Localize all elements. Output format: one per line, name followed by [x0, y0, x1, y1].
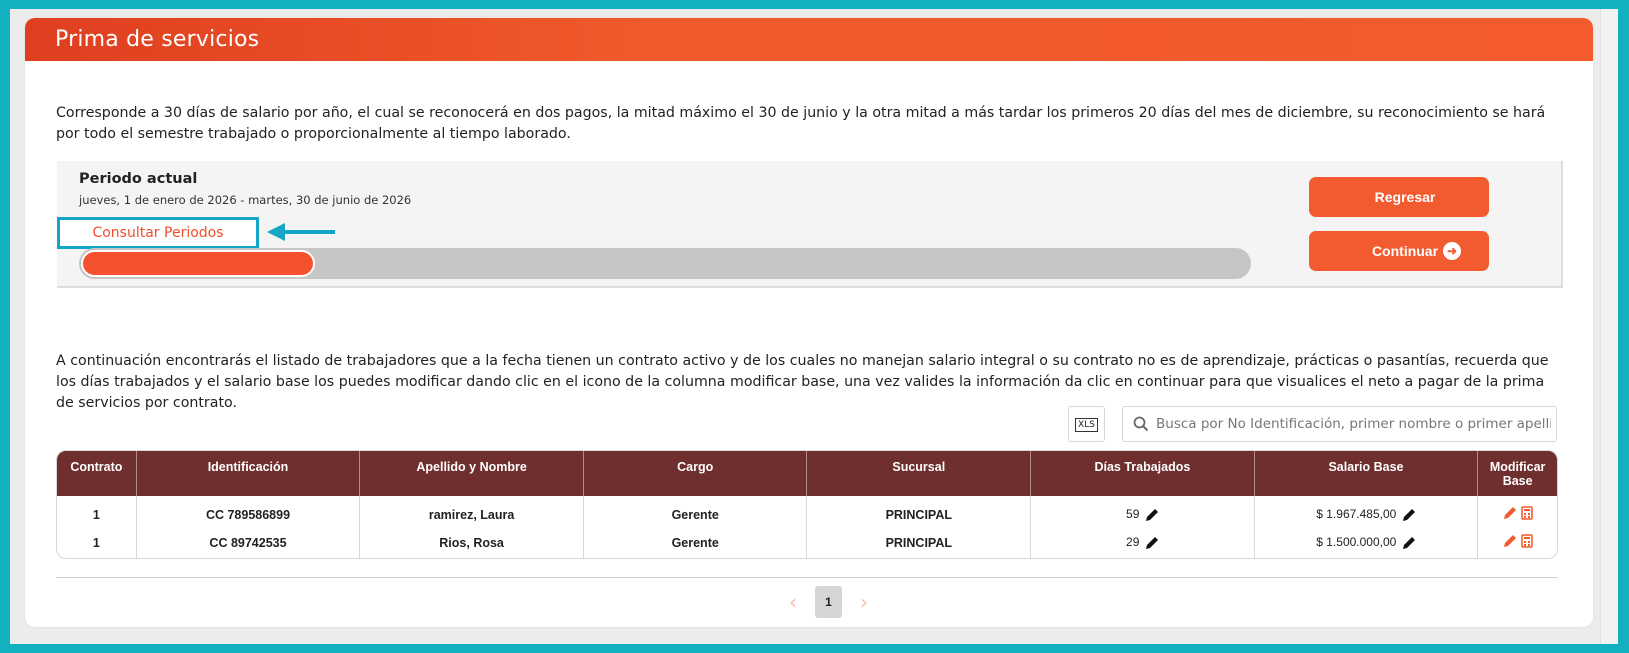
scrollbar[interactable] [1600, 9, 1618, 644]
cell-dias: 29 [1031, 527, 1255, 558]
cell-sucursal: PRINCIPAL [807, 527, 1032, 558]
cell-sucursal: PRINCIPAL [807, 496, 1032, 527]
search-box [1122, 406, 1557, 442]
consult-periods-link[interactable]: Consultar Periodos [57, 217, 259, 249]
cell-cargo: Gerente [584, 496, 808, 527]
search-input[interactable] [1156, 413, 1551, 435]
table-header-row: Contrato Identificación Apellido y Nombr… [57, 451, 1557, 496]
edit-salario-pencil-icon[interactable] [1402, 508, 1416, 522]
calculator-icon[interactable] [1520, 506, 1533, 520]
cell-nombre: ramirez, Laura [360, 496, 584, 527]
period-title: Periodo actual [79, 171, 198, 187]
period-progress-fill [81, 250, 315, 277]
col-contrato: Contrato [57, 451, 137, 496]
edit-dias-pencil-icon[interactable] [1145, 536, 1159, 550]
col-cargo: Cargo [583, 451, 808, 496]
pagination: ‹ 1 › [785, 586, 872, 618]
cell-modificar [1478, 527, 1557, 558]
cell-nombre: Rios, Rosa [360, 527, 584, 558]
cell-salario: $ 1.500.000,00 [1255, 527, 1479, 558]
dias-value: 59 [1126, 507, 1140, 522]
next-page-chevron-icon[interactable]: › [856, 590, 872, 614]
cell-dias: 59 [1031, 496, 1255, 527]
cell-cargo: Gerente [584, 527, 808, 558]
calculator-icon[interactable] [1520, 534, 1533, 548]
continue-button[interactable]: Continuar ➜ [1309, 231, 1489, 271]
table-bottom-divider [56, 577, 1558, 578]
table-row: 1 CC 789586899 ramirez, Laura Gerente PR… [57, 496, 1557, 527]
workers-table: Contrato Identificación Apellido y Nombr… [56, 450, 1558, 559]
instructions-text: A continuación encontrarás el listado de… [56, 353, 1549, 411]
arrow-right-circle-icon: ➜ [1443, 242, 1461, 260]
modify-base-pencil-icon[interactable] [1503, 506, 1517, 520]
period-panel: Periodo actual jueves, 1 de enero de 202… [57, 161, 1563, 288]
back-button[interactable]: Regresar [1309, 177, 1489, 217]
cell-salario: $ 1.967.485,00 [1255, 496, 1479, 527]
prev-page-chevron-icon[interactable]: ‹ [785, 590, 801, 614]
prima-card: Prima de servicios Corresponde a 30 días… [25, 18, 1593, 627]
col-sucursal: Sucursal [807, 451, 1032, 496]
col-nombre: Apellido y Nombre [360, 451, 584, 496]
cell-contrato: 1 [57, 527, 137, 558]
period-dates: jueves, 1 de enero de 2026 - martes, 30 … [79, 193, 412, 207]
continue-label: Continuar [1371, 243, 1439, 259]
edit-dias-pencil-icon[interactable] [1145, 508, 1159, 522]
edit-salario-pencil-icon[interactable] [1402, 536, 1416, 550]
search-icon [1133, 416, 1149, 432]
col-dias: Días Trabajados [1031, 451, 1255, 496]
col-salario: Salario Base [1254, 451, 1479, 496]
page-background: Prima de servicios Corresponde a 30 días… [10, 9, 1618, 644]
dias-value: 29 [1126, 535, 1140, 550]
annotation-arrow-icon [267, 223, 335, 241]
cell-modificar [1478, 496, 1557, 527]
page-number-button[interactable]: 1 [815, 586, 842, 618]
period-progress-bar [79, 248, 1251, 279]
salario-value: $ 1.967.485,00 [1316, 507, 1397, 522]
table-row: 1 CC 89742535 Rios, Rosa Gerente PRINCIP… [57, 527, 1557, 558]
export-excel-button[interactable]: XLS [1068, 406, 1105, 442]
description-text: Corresponde a 30 días de salario por año… [56, 105, 1546, 142]
cell-identificacion: CC 89742535 [137, 527, 361, 558]
cell-identificacion: CC 789586899 [137, 496, 361, 527]
modify-base-pencil-icon[interactable] [1503, 534, 1517, 548]
cell-contrato: 1 [57, 496, 137, 527]
page-title: Prima de servicios [25, 18, 1593, 61]
excel-icon: XLS [1075, 418, 1098, 432]
salario-value: $ 1.500.000,00 [1316, 535, 1397, 550]
col-identificacion: Identificación [136, 451, 361, 496]
col-modificar: Modificar Base [1478, 451, 1557, 496]
